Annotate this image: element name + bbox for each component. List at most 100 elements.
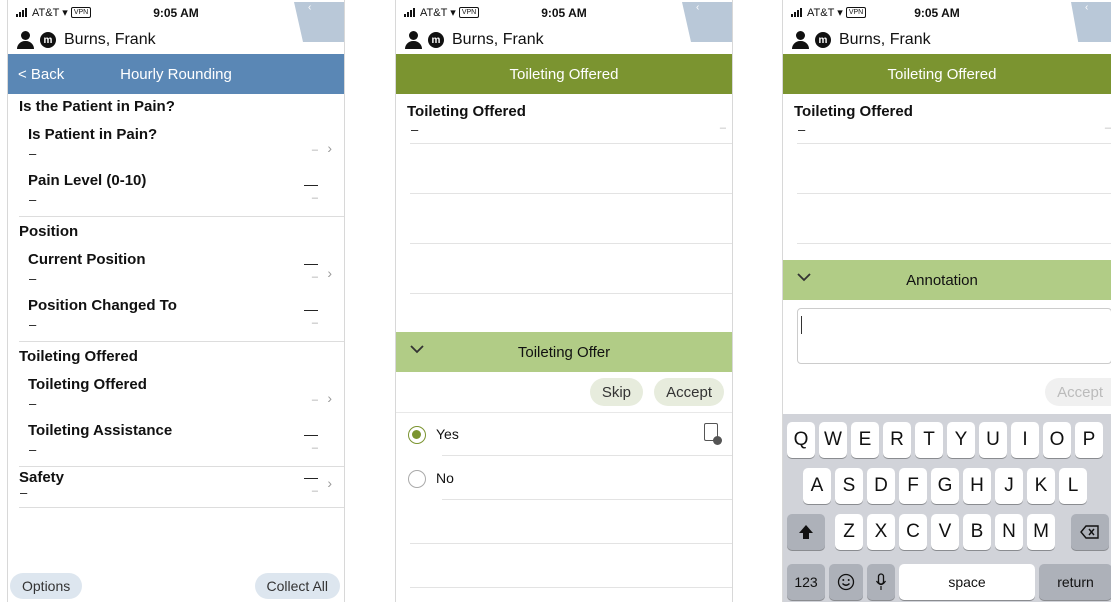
row-label: Safety	[19, 469, 65, 486]
page-title: Hourly Rounding	[120, 65, 232, 83]
status-time: 9:05 AM	[914, 6, 960, 20]
row-right-value: —	[304, 255, 318, 271]
return-key[interactable]: return	[1039, 564, 1111, 600]
section-bar[interactable]: Toileting Offer	[396, 332, 732, 372]
patient-name: Burns, Frank	[64, 31, 156, 48]
key[interactable]: S	[835, 468, 863, 504]
section-header: Position	[19, 223, 79, 240]
row-value: –	[29, 396, 37, 411]
emoji-key[interactable]	[829, 564, 863, 600]
row-value: –	[29, 192, 37, 207]
key[interactable]: L	[1059, 468, 1087, 504]
numbers-key[interactable]: 123	[787, 564, 825, 600]
item-right-value: –	[1104, 122, 1111, 134]
page-title: Toileting Offered	[509, 65, 619, 83]
keyboard: Q W E R T Y U I O P A S D F G H J K L Z …	[783, 414, 1111, 602]
status-time: 9:05 AM	[541, 6, 587, 20]
shift-key[interactable]	[787, 514, 825, 550]
radio-option-no[interactable]: No	[396, 456, 732, 500]
add-document-icon[interactable]	[704, 423, 722, 445]
row-right-sub: –	[311, 317, 318, 329]
list-item[interactable]: Toileting Offered – – ›	[19, 370, 344, 416]
space-key[interactable]: space	[899, 564, 1035, 600]
chevron-right-icon: ›	[327, 265, 332, 281]
divider	[19, 507, 344, 508]
divider	[19, 341, 344, 342]
accept-button[interactable]: Accept	[1045, 378, 1111, 406]
patient-badge: m	[40, 32, 56, 48]
divider	[410, 293, 732, 294]
key[interactable]: T	[915, 422, 943, 458]
divider	[410, 243, 732, 244]
person-icon	[404, 31, 422, 49]
key[interactable]: Q	[787, 422, 815, 458]
key[interactable]: C	[899, 514, 927, 550]
key[interactable]: U	[979, 422, 1007, 458]
divider	[797, 143, 1111, 144]
backspace-key[interactable]	[1071, 514, 1109, 550]
key[interactable]: G	[931, 468, 959, 504]
key[interactable]: B	[963, 514, 991, 550]
row-value: –	[29, 317, 37, 332]
item-value: –	[798, 122, 806, 137]
divider	[19, 466, 344, 467]
list-item[interactable]: Current Position – — – ›	[19, 245, 344, 291]
key[interactable]: O	[1043, 422, 1071, 458]
list-item[interactable]: Toileting Assistance – — –	[19, 416, 344, 462]
item-value: –	[411, 122, 419, 137]
row-right-value: —	[304, 301, 318, 317]
section-bar[interactable]: Annotation	[783, 260, 1111, 300]
key[interactable]: R	[883, 422, 911, 458]
key[interactable]: I	[1011, 422, 1039, 458]
row-label: Is Patient in Pain?	[28, 126, 158, 143]
chevron-right-icon: ›	[327, 140, 332, 156]
annotation-input[interactable]	[797, 308, 1111, 364]
row-value: –	[29, 271, 37, 286]
rounding-list: Is the Patient in Pain? Is Patient in Pa…	[8, 94, 344, 510]
key[interactable]: P	[1075, 422, 1103, 458]
key[interactable]: Y	[947, 422, 975, 458]
list-item[interactable]: Is Patient in Pain? – – ›	[19, 120, 344, 166]
row-right-value: —	[304, 426, 318, 442]
row-label: Position Changed To	[28, 297, 177, 314]
key[interactable]: D	[867, 468, 895, 504]
key[interactable]: V	[931, 514, 959, 550]
accept-button[interactable]: Accept	[654, 378, 724, 406]
safety-item[interactable]: Safety – — – ›	[8, 469, 344, 503]
chevron-left-icon: ‹	[1085, 2, 1089, 13]
radio-button[interactable]	[408, 426, 426, 444]
key[interactable]: K	[1027, 468, 1055, 504]
back-button[interactable]: < Back	[18, 66, 64, 83]
key[interactable]: M	[1027, 514, 1055, 550]
key[interactable]: J	[995, 468, 1023, 504]
row-label: Toileting Assistance	[28, 422, 173, 439]
options-button[interactable]: Options	[10, 573, 83, 599]
key[interactable]: A	[803, 468, 831, 504]
status-bar: AT&T ▾ VPN 9:05 AM	[8, 0, 344, 26]
list-item[interactable]: Pain Level (0-10) – — –	[19, 166, 344, 212]
divider	[410, 587, 732, 588]
key[interactable]: N	[995, 514, 1023, 550]
patient-header[interactable]: m Burns, Frank	[783, 26, 1111, 54]
collect-all-button[interactable]: Collect All	[254, 573, 340, 599]
key[interactable]: F	[899, 468, 927, 504]
chevron-left-icon: ‹	[696, 2, 700, 13]
status-time: 9:05 AM	[153, 6, 199, 20]
key[interactable]: X	[867, 514, 895, 550]
key[interactable]: E	[851, 422, 879, 458]
radio-button[interactable]	[408, 470, 426, 488]
radio-option-yes[interactable]: Yes	[396, 412, 732, 456]
key[interactable]: W	[819, 422, 847, 458]
list-item[interactable]: Position Changed To – — –	[19, 291, 344, 337]
item-label: Toileting Offered	[794, 103, 913, 120]
patient-header[interactable]: m Burns, Frank	[8, 26, 344, 54]
text-cursor	[801, 316, 802, 334]
row-right-sub: –	[311, 144, 318, 156]
patient-badge: m	[815, 32, 831, 48]
patient-header[interactable]: m Burns, Frank	[396, 26, 732, 54]
key[interactable]: H	[963, 468, 991, 504]
key[interactable]: Z	[835, 514, 863, 550]
microphone-key[interactable]	[867, 564, 895, 600]
row-value: –	[29, 442, 37, 457]
skip-button[interactable]: Skip	[589, 378, 643, 406]
